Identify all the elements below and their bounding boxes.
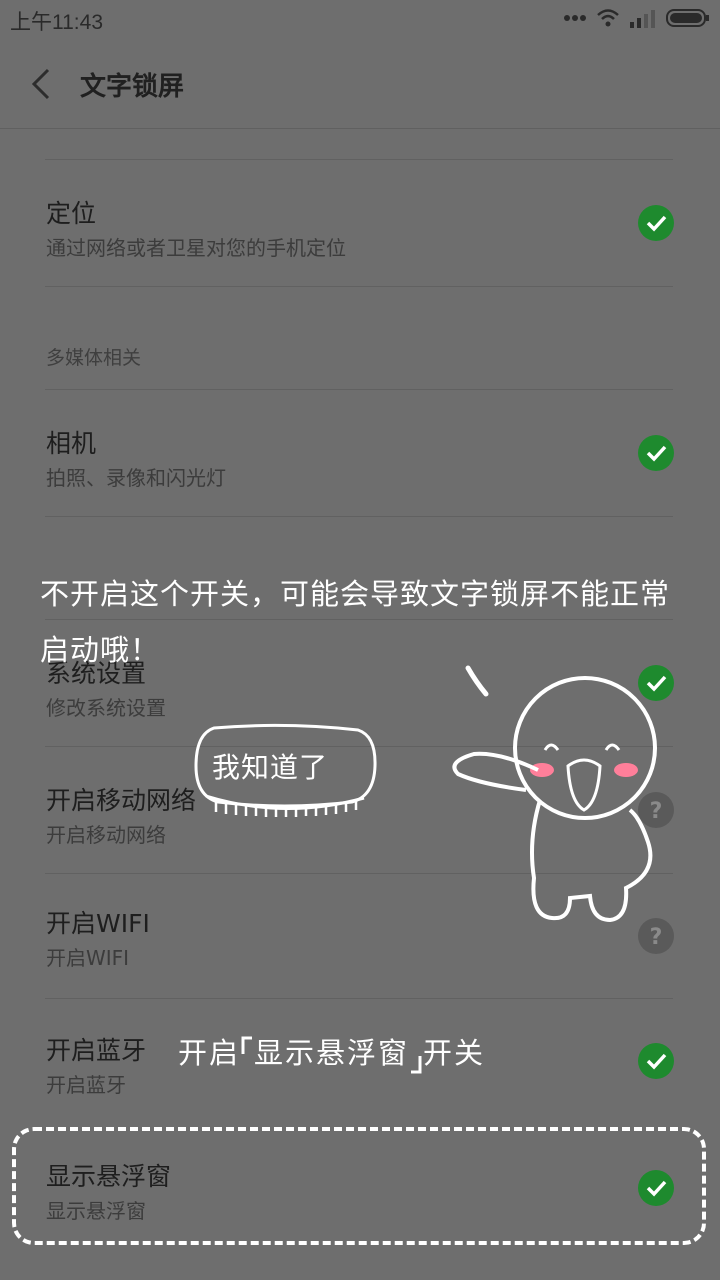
hint-target: 显示悬浮窗	[254, 1036, 410, 1070]
cartoon-mascot-icon	[452, 665, 657, 923]
item-title: 开启蓝牙	[46, 1036, 147, 1065]
divider	[45, 286, 673, 287]
check-icon	[638, 1043, 674, 1079]
wifi-icon	[597, 9, 619, 27]
item-title: 开启移动网络	[46, 786, 197, 815]
hint-prefix: 开启	[178, 1036, 241, 1070]
status-time: 上午11:43	[10, 11, 103, 34]
hint-callout: 开启 显示悬浮窗 开关	[178, 1030, 485, 1074]
item-title: 定位	[46, 199, 97, 228]
permission-item-location[interactable]: 定位 通过网络或者卫星对您的手机定位	[0, 160, 720, 286]
page-title: 文字锁屏	[80, 72, 185, 102]
dismiss-button-label: 我知道了	[212, 751, 329, 784]
item-subtitle: 开启蓝牙	[46, 1073, 126, 1097]
bracket-open-icon	[241, 1036, 253, 1054]
item-subtitle: 拍照、录像和闪光灯	[46, 466, 226, 490]
item-subtitle: 开启移动网络	[46, 823, 166, 847]
item-title: 相机	[46, 429, 97, 458]
highlight-frame	[12, 1127, 706, 1245]
check-icon	[638, 435, 674, 471]
permission-item-camera[interactable]: 相机 拍照、录像和闪光灯	[0, 390, 720, 516]
divider	[45, 516, 673, 517]
status-bar: 上午11:43	[0, 0, 720, 40]
item-title: 开启WIFI	[46, 909, 150, 938]
title-bar: 文字锁屏	[0, 40, 720, 129]
dismiss-button[interactable]: 我知道了	[192, 722, 378, 822]
hint-suffix: 开关	[423, 1036, 486, 1070]
status-icons	[564, 8, 710, 28]
section-header: 多媒体相关	[46, 347, 142, 369]
battery-icon	[666, 9, 709, 27]
signal-icon	[630, 10, 655, 28]
item-subtitle: 通过网络或者卫星对您的手机定位	[46, 236, 346, 260]
check-icon	[638, 205, 674, 241]
item-subtitle: 修改系统设置	[46, 696, 166, 720]
more-dots-icon	[564, 15, 586, 21]
item-subtitle: 开启WIFI	[46, 946, 130, 970]
bracket-close-icon	[411, 1056, 422, 1074]
back-arrow-icon[interactable]	[28, 66, 58, 102]
